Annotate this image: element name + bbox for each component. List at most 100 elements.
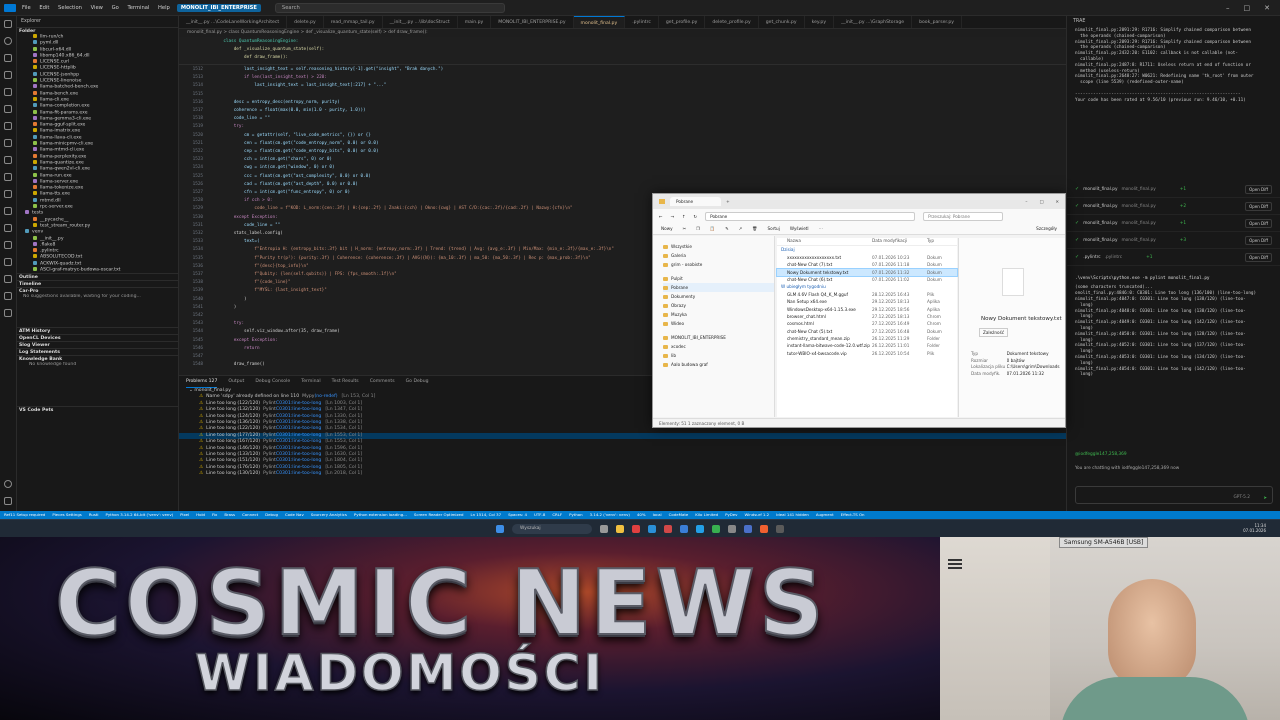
problem-code-link[interactable]: C0301:line-too-long [276,465,321,470]
vscode-icon[interactable] [696,524,704,533]
status-item[interactable]: Windsurf 1.2 [744,512,769,517]
menu-edit[interactable]: Edit [39,5,49,11]
menu-go[interactable]: Go [112,5,119,11]
menu-help[interactable]: Help [158,5,170,11]
fe-maximize-icon[interactable]: □ [1040,199,1044,204]
preview-share-button[interactable]: Zależność [979,328,1009,337]
pets-icon[interactable] [4,190,12,198]
col-type[interactable]: Typ [927,238,955,245]
editor-tab[interactable]: get_profile.py [659,16,706,28]
status-item[interactable]: Connect [242,512,258,517]
send-icon[interactable]: ➤ [1263,496,1267,501]
cut-icon[interactable]: ✂ [683,226,687,231]
model-selector[interactable]: GPT-5.2 [1233,495,1250,500]
nav-item[interactable]: Wszystkie [663,242,774,251]
editor-tab[interactable]: __init__.py ...\CodeLaneWorkingArchitect [179,16,288,28]
editor-tab[interactable]: MONOLIT_IBI_ENTERPRISE.py [491,16,574,28]
problem-code-link[interactable]: C0301:line-too-long [276,439,321,444]
col-date[interactable]: Data modyfikacji [872,238,927,245]
explorer-folder-section[interactable]: Folder [17,27,178,34]
file-row[interactable]: Nowy Dokument tekstowy.txt 07.01.2026 11:… [776,267,958,277]
editor-tab[interactable]: delete.py [287,16,324,28]
sidebar-section-5[interactable]: Slog Viewer [17,340,178,348]
problem-code-link[interactable]: C0301:line-too-long [276,420,321,425]
tab-debug-console[interactable]: Debug Console [255,376,290,388]
file-change-row[interactable]: ✓ monolit_final.py monolit_final.py +3 Open … [1067,232,1280,250]
view-button[interactable]: Wyświetl [790,226,809,231]
problem-code-link[interactable]: C0301:line-too-long [276,471,321,476]
file-row[interactable]: tutor-WBIO-x4-bwsacode.vip 26.12.2025 10:… [777,350,957,357]
file-row[interactable]: browser_chat.html 27.12.2025 18:13 Chrom [777,313,957,320]
open-diff-button[interactable]: Open Diff [1245,218,1272,228]
file-change-row[interactable]: ✓ monolit_final.py monolit_final.py +1 Open … [1067,181,1280,199]
status-item[interactable]: Effect-TS On [841,512,865,517]
tab-comments[interactable]: Comments [370,376,395,388]
file-row[interactable]: chat-New Chat (7).txt 07.01.2026 11:18 Dok… [777,261,957,268]
tab-terminal[interactable]: Terminal [301,376,320,388]
status-item[interactable]: Sourcery Analytics [311,512,347,517]
menu-view[interactable]: View [91,5,103,11]
start-menu-icon[interactable] [496,524,504,533]
file-row[interactable]: chemistry_standard_mean.zip 26.12.2025 11… [777,335,957,342]
nav-item[interactable]: xcodec [663,342,774,351]
editor-tab[interactable]: .pylintrc [625,16,659,28]
status-item[interactable]: UTF-8 [534,512,545,517]
status-item[interactable]: Kilo Limited [695,512,718,517]
editor-tab[interactable]: __init__.py ...\lib\docStruct [383,16,458,28]
status-item[interactable]: PyDev [725,512,737,517]
problem-code-link[interactable]: C0301:line-too-long [276,433,321,438]
share-icon[interactable]: ↗ [739,226,743,231]
menu-selection[interactable]: Selection [58,5,82,11]
run-debug-icon[interactable] [4,71,12,79]
sidebar-section-8[interactable]: VS Code Pets [17,405,178,413]
database-icon[interactable] [4,156,12,164]
taskbar-search-input[interactable]: Wyszukaj [512,523,592,534]
problem-code-link[interactable]: C0301:line-too-long [276,452,321,457]
group-today[interactable]: Dzisiaj [777,246,957,254]
status-item[interactable]: Ref11 Setup required [4,512,45,517]
app-icon[interactable] [744,524,752,533]
problem-code-link[interactable]: C0301:line-too-long [276,407,321,412]
sidebar-section-4[interactable]: OpenCL Devices [17,333,178,341]
docker-icon[interactable] [4,139,12,147]
timeline-icon[interactable] [4,224,12,232]
nav-item[interactable]: Pulpit [663,274,774,283]
file-change-row[interactable]: ✓ monolit_final.py monolit_final.py +2 Open … [1067,198,1280,216]
status-item[interactable]: Python [569,512,583,517]
status-item[interactable]: Python extension loading... [354,512,407,517]
editor-tab[interactable]: __init__.py ...\GraphStorage [834,16,913,28]
minimize-icon[interactable]: – [1226,4,1230,12]
paste-icon[interactable]: 📋 [710,226,715,232]
breadcrumb[interactable]: monolit_final.py > class QuantumReasonin… [179,29,1066,37]
nav-item[interactable]: grim - osobiste [663,260,774,269]
status-item[interactable]: Code Nav [285,512,304,517]
open-diff-button[interactable]: Open Diff [1245,201,1272,211]
tab-problems[interactable]: Problems 127 [186,376,218,388]
status-item[interactable]: Screen Reader Optimized [414,512,464,517]
problem-code-link[interactable]: C0301:line-too-long [276,446,321,451]
sidebar-section-3[interactable]: ATM History [17,326,178,334]
refresh-icon[interactable]: ↻ [694,214,698,219]
command-search-input[interactable]: Search [274,2,505,13]
problem-code-link[interactable]: C0301:line-too-long [276,401,321,406]
remote-explorer-icon[interactable] [4,122,12,130]
status-item[interactable]: Pixel [180,512,189,517]
nav-item[interactable]: lib [663,351,774,360]
file-change-row[interactable]: ✓ monolit_final.py monolit_final.py +1 Open … [1067,215,1280,233]
edge-icon[interactable] [648,524,656,533]
editor-tab[interactable]: get_chunk.py [759,16,805,28]
nav-item[interactable]: Obrazy [663,301,774,310]
file-row[interactable]: instant-llama-bitwave-code-12.0.wtf.zip 2… [777,342,957,349]
chat-icon[interactable] [4,173,12,181]
status-item[interactable]: Ideal 141 hidden [776,512,809,517]
sidebar-section-0[interactable]: Outline [17,273,178,280]
new-button[interactable]: Nowy [661,226,673,231]
more-icon[interactable]: ⋯ [819,226,823,231]
status-item[interactable]: CodeMate [669,512,689,517]
status-item[interactable]: Debug [265,512,278,517]
fe-minimize-icon[interactable]: – [1025,199,1027,204]
file-explorer-icon[interactable] [616,524,624,533]
opera-icon[interactable] [632,524,640,533]
open-diff-button[interactable]: Open Diff [1245,252,1272,262]
nav-item[interactable]: Pobrane [663,283,774,292]
